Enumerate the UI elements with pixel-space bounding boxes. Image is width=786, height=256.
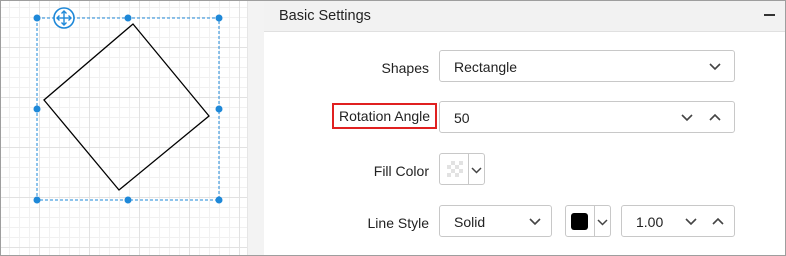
line-style-label: Line Style bbox=[367, 215, 429, 231]
line-width-spinner[interactable]: 1.00 bbox=[621, 205, 735, 237]
line-style-dropdown[interactable]: Solid bbox=[439, 205, 552, 237]
move-icon[interactable] bbox=[53, 7, 75, 29]
rotation-angle-value[interactable]: 50 bbox=[454, 110, 470, 126]
selection-box bbox=[36, 17, 220, 201]
line-style-value: Solid bbox=[454, 214, 486, 230]
fill-color-separator bbox=[468, 154, 469, 184]
chevron-up-icon[interactable] bbox=[708, 112, 722, 122]
shapes-value: Rectangle bbox=[454, 59, 518, 75]
panel-divider bbox=[247, 1, 264, 255]
chevron-up-icon[interactable] bbox=[711, 216, 725, 226]
chevron-down-icon bbox=[597, 217, 608, 227]
resize-handle-bottom[interactable] bbox=[124, 196, 132, 204]
diagram-canvas[interactable] bbox=[1, 1, 247, 255]
resize-handle-right[interactable] bbox=[215, 105, 223, 113]
line-color-swatch bbox=[571, 213, 588, 230]
chevron-down-icon[interactable] bbox=[684, 217, 698, 227]
resize-handle-bottom-left[interactable] bbox=[33, 196, 41, 204]
collapse-icon[interactable] bbox=[764, 14, 775, 16]
resize-handle-bottom-right[interactable] bbox=[215, 196, 223, 204]
panel-title: Basic Settings bbox=[279, 8, 371, 24]
shapes-label: Shapes bbox=[381, 60, 429, 76]
fill-color-label: Fill Color bbox=[373, 163, 429, 179]
rectangle-shape[interactable] bbox=[43, 23, 210, 191]
shapes-dropdown[interactable]: Rectangle bbox=[439, 50, 735, 82]
chevron-down-icon bbox=[528, 217, 542, 227]
panel-header[interactable]: Basic Settings bbox=[264, 1, 785, 32]
chevron-down-icon bbox=[708, 62, 722, 72]
properties-panel: Basic Settings Shapes Rectangle Rotation… bbox=[264, 1, 785, 255]
line-color-picker[interactable] bbox=[565, 205, 611, 237]
resize-handle-top[interactable] bbox=[124, 14, 132, 22]
rotation-angle-label: Rotation Angle bbox=[332, 103, 438, 129]
chevron-down-icon[interactable] bbox=[680, 113, 694, 123]
line-color-separator bbox=[594, 206, 595, 236]
fill-color-picker[interactable] bbox=[439, 153, 485, 185]
fill-color-swatch bbox=[447, 161, 463, 177]
rotation-angle-spinner[interactable]: 50 bbox=[439, 101, 735, 133]
resize-handle-top-right[interactable] bbox=[215, 14, 223, 22]
resize-handle-left[interactable] bbox=[33, 105, 41, 113]
canvas-svg bbox=[33, 7, 223, 204]
chevron-down-icon bbox=[471, 165, 482, 175]
line-width-value[interactable]: 1.00 bbox=[636, 214, 663, 230]
resize-handle-top-left[interactable] bbox=[33, 14, 41, 22]
